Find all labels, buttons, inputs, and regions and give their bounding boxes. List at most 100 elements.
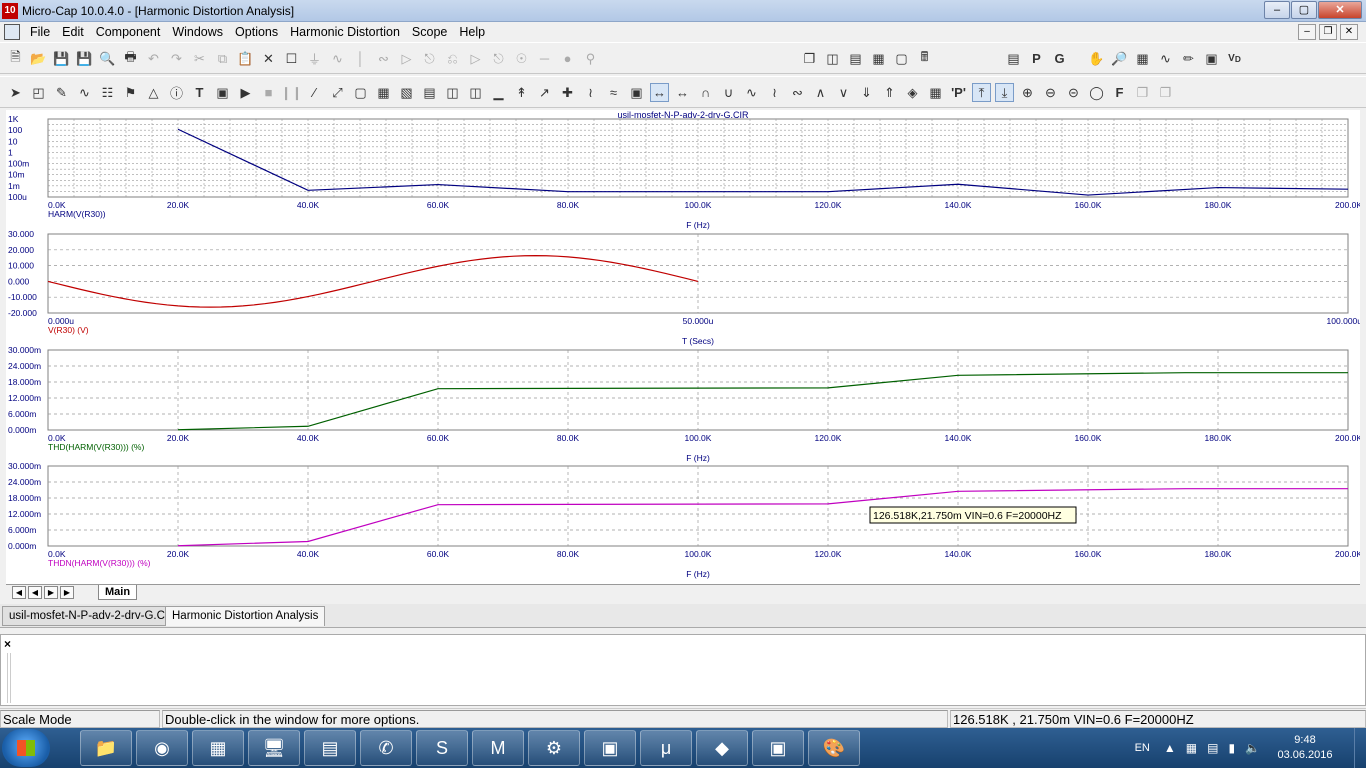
- grid-fine-icon[interactable]: ▧: [397, 83, 416, 102]
- menu-component[interactable]: Component: [96, 25, 161, 39]
- print-icon[interactable]: 🖶: [121, 49, 140, 68]
- delete-icon[interactable]: ✕: [259, 49, 278, 68]
- hand-icon[interactable]: ✋: [1087, 49, 1106, 68]
- grid-cols-icon[interactable]: ◫: [443, 83, 462, 102]
- text-tool-icon[interactable]: ✎: [52, 83, 71, 102]
- window-app-icon[interactable]: ▣: [584, 730, 636, 766]
- point-icon[interactable]: ✚: [558, 83, 577, 102]
- opamp-icon[interactable]: ▷: [466, 49, 485, 68]
- skype-icon[interactable]: S: [416, 730, 468, 766]
- document-icon[interactable]: [4, 24, 20, 40]
- save-all-icon[interactable]: 💾: [75, 49, 94, 68]
- cursor-left-icon[interactable]: ↔: [650, 83, 669, 102]
- global-low-icon[interactable]: ∨: [834, 83, 853, 102]
- menu-scope[interactable]: Scope: [412, 25, 447, 39]
- zoom-out-icon[interactable]: ⊖: [1041, 83, 1060, 102]
- menu-edit[interactable]: Edit: [62, 25, 84, 39]
- menu-file[interactable]: File: [30, 25, 50, 39]
- image-icon[interactable]: ▣: [1202, 49, 1221, 68]
- grid-icon[interactable]: ▦: [374, 83, 393, 102]
- calculator-tb-icon[interactable]: 🖩: [915, 49, 934, 68]
- show-desktop-button[interactable]: [1354, 728, 1366, 768]
- p-label-icon[interactable]: 'P': [949, 83, 968, 102]
- undo-icon[interactable]: ↶: [144, 49, 163, 68]
- tag-icon[interactable]: ≀: [581, 83, 600, 102]
- font-icon[interactable]: F: [1110, 83, 1129, 102]
- viber-icon[interactable]: ✆: [360, 730, 412, 766]
- line-icon[interactable]: ∕: [305, 83, 324, 102]
- component-menu-icon[interactable]: ◰: [29, 83, 48, 102]
- tray-windows-icon[interactable]: ▦: [1186, 741, 1197, 755]
- stack-icon[interactable]: ❐: [1133, 83, 1152, 102]
- prev-icon[interactable]: ◀: [28, 586, 42, 599]
- bus-icon[interactable]: ☷: [98, 83, 117, 102]
- stop-icon[interactable]: ■: [259, 83, 278, 102]
- volume-icon[interactable]: 🔈: [1245, 741, 1260, 755]
- select-arrow-icon[interactable]: ➤: [6, 83, 25, 102]
- capacitor-icon[interactable]: │: [351, 49, 370, 68]
- zoom-window-icon[interactable]: 🔎: [1110, 49, 1129, 68]
- mdi-minimize-icon[interactable]: –: [1298, 24, 1316, 40]
- source-icon[interactable]: ☉: [512, 49, 531, 68]
- valley-icon[interactable]: ∪: [719, 83, 738, 102]
- slope-icon[interactable]: ↗: [535, 83, 554, 102]
- inductor-icon[interactable]: ∾: [374, 49, 393, 68]
- mfc-icon[interactable]: M: [472, 730, 524, 766]
- properties-icon[interactable]: ▣: [213, 83, 232, 102]
- low-icon[interactable]: ≀: [765, 83, 784, 102]
- table-icon[interactable]: ▦: [926, 83, 945, 102]
- last-icon[interactable]: ▶: [60, 586, 74, 599]
- ground-icon[interactable]: ⏚: [305, 49, 324, 68]
- start-button[interactable]: [2, 729, 50, 767]
- high-icon[interactable]: ∿: [742, 83, 761, 102]
- plot-svg[interactable]: 1K100101100m10m1m100u0.0K 20.0K 40.0K 60.0K…: [6, 110, 1362, 584]
- waveform-icon[interactable]: ∿: [1156, 49, 1175, 68]
- diagonal-icon[interactable]: ⤢: [328, 83, 347, 102]
- explorer-icon[interactable]: 📁: [80, 730, 132, 766]
- globe-icon[interactable]: ◯: [1087, 83, 1106, 102]
- p-icon[interactable]: P: [1027, 49, 1046, 68]
- clock[interactable]: 9:48 03.06.2016: [1270, 733, 1340, 763]
- print-preview-icon[interactable]: 🔍: [98, 49, 117, 68]
- grid-settings-icon[interactable]: ▦: [1133, 49, 1152, 68]
- close-icon[interactable]: ✕: [1318, 1, 1362, 19]
- resistor-icon[interactable]: ∿: [328, 49, 347, 68]
- grid-half-icon[interactable]: ◫: [466, 83, 485, 102]
- flag-icon[interactable]: ⚑: [121, 83, 140, 102]
- copy-icon[interactable]: ⧉: [213, 49, 232, 68]
- run-icon[interactable]: ▶: [236, 83, 255, 102]
- remote-icon[interactable]: 🖥: [248, 730, 300, 766]
- pause-icon[interactable]: ❙❙: [281, 83, 303, 102]
- utorrent-icon[interactable]: μ: [640, 730, 692, 766]
- calculator-icon[interactable]: ▦: [192, 730, 244, 766]
- global-high-icon[interactable]: ∧: [811, 83, 830, 102]
- plot-area[interactable]: usil-mosfet-N-P-adv-2-drv-G.CIR 1K 100 10 1…: [6, 110, 1362, 584]
- close-output-icon[interactable]: ×: [4, 637, 11, 651]
- calc-icon[interactable]: ▤: [304, 730, 356, 766]
- cascade-icon[interactable]: ❐: [800, 49, 819, 68]
- paint-icon[interactable]: 🎨: [808, 730, 860, 766]
- switch-icon[interactable]: ⎋: [489, 49, 508, 68]
- window-icon[interactable]: ▢: [892, 49, 911, 68]
- open-icon[interactable]: 📂: [29, 49, 48, 68]
- top-icon[interactable]: ⇓: [857, 83, 876, 102]
- palette-icon[interactable]: ◈: [903, 83, 922, 102]
- vd-icon[interactable]: VD: [1225, 49, 1244, 68]
- tile-horizontal-icon[interactable]: ▤: [846, 49, 865, 68]
- diode-icon[interactable]: ▷: [397, 49, 416, 68]
- device-icon[interactable]: ▮: [1228, 741, 1235, 755]
- next-icon[interactable]: ▶: [44, 586, 58, 599]
- menu-options[interactable]: Options: [235, 25, 278, 39]
- zoom-fit-icon[interactable]: ⊝: [1064, 83, 1083, 102]
- clear-icon[interactable]: ☐: [282, 49, 301, 68]
- mdi-restore-icon[interactable]: ❐: [1319, 24, 1337, 40]
- peak-icon[interactable]: ∩: [696, 83, 715, 102]
- inflection-icon[interactable]: ∾: [788, 83, 807, 102]
- shape-icon[interactable]: △: [144, 83, 163, 102]
- new-icon[interactable]: 🗎: [6, 49, 25, 68]
- cut-icon[interactable]: ✂: [190, 49, 209, 68]
- menu-harmonic-distortion[interactable]: Harmonic Distortion: [290, 25, 400, 39]
- text-icon[interactable]: T: [190, 83, 209, 102]
- tab-harmonic-distortion[interactable]: Harmonic Distortion Analysis: [165, 606, 326, 626]
- wave-icon[interactable]: ≈: [604, 83, 623, 102]
